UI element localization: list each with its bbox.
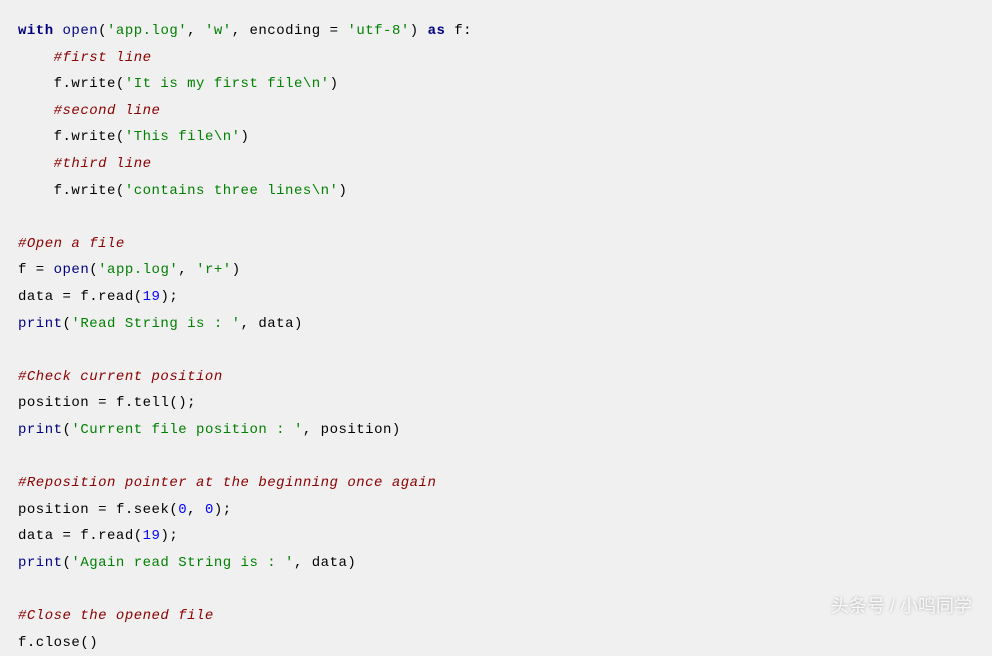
code-line-7: f.write('contains three lines\n') [18, 178, 974, 205]
string-line2: 'This file\n' [125, 129, 241, 145]
code-line-5: f.write('This file\n') [18, 124, 974, 151]
code-line-2: #first line [18, 45, 974, 72]
code-line-16: position = f.seek(0, 0); [18, 497, 974, 524]
comment-check: #Check current position [18, 369, 223, 385]
code-line-10: data = f.read(19); [18, 284, 974, 311]
code-line-14: print('Current file position : ', positi… [18, 417, 974, 444]
param-encoding: encoding [250, 23, 321, 39]
comment-reposition: #Reposition pointer at the beginning onc… [18, 475, 436, 491]
ident-f: f: [454, 23, 472, 39]
ident-f: f [18, 262, 27, 278]
code-line-6: #third line [18, 151, 974, 178]
code-line-17: data = f.read(19); [18, 523, 974, 550]
comment-second: #second line [54, 103, 161, 119]
code-line-1: with open('app.log', 'w', encoding = 'ut… [18, 18, 974, 45]
comment-first: #first line [54, 50, 152, 66]
string-line3: 'contains three lines\n' [125, 183, 339, 199]
blank-line [18, 204, 974, 231]
code-line-9: f = open('app.log', 'r+') [18, 257, 974, 284]
code-line-4: #second line [18, 98, 974, 125]
builtin-open: open [54, 262, 90, 278]
string-read: 'Read String is : ' [71, 316, 240, 332]
call-tell: f.tell [116, 395, 169, 411]
ident-data: data [18, 289, 54, 305]
keyword-with: with [18, 23, 54, 39]
code-line-15: #Reposition pointer at the beginning onc… [18, 470, 974, 497]
ident-data: data [258, 316, 294, 332]
ident-position: position [18, 395, 89, 411]
builtin-open: open [63, 23, 99, 39]
call-write: f.write [54, 183, 116, 199]
call-write: f.write [54, 76, 116, 92]
ident-position: position [321, 422, 392, 438]
ident-data: data [312, 555, 348, 571]
code-line-8: #Open a file [18, 231, 974, 258]
string-encoding: 'utf-8' [347, 23, 409, 39]
code-line-11: print('Read String is : ', data) [18, 311, 974, 338]
comment-close: #Close the opened file [18, 608, 214, 624]
ident-position: position [18, 502, 89, 518]
watermark-text: 头条号 / 小鸣同学 [831, 589, 972, 623]
string-line1: 'It is my first file\n' [125, 76, 330, 92]
code-line-3: f.write('It is my first file\n') [18, 71, 974, 98]
call-write: f.write [54, 129, 116, 145]
comment-open: #Open a file [18, 236, 125, 252]
string-position: 'Current file position : ' [71, 422, 302, 438]
number-0: 0 [178, 502, 187, 518]
keyword-as: as [428, 23, 446, 39]
string-mode: 'w' [205, 23, 232, 39]
blank-line [18, 337, 974, 364]
number-19: 19 [143, 528, 161, 544]
string-mode: 'r+' [196, 262, 232, 278]
blank-line [18, 444, 974, 471]
code-block: with open('app.log', 'w', encoding = 'ut… [18, 18, 974, 656]
call-seek: f.seek [116, 502, 169, 518]
code-line-12: #Check current position [18, 364, 974, 391]
number-19: 19 [143, 289, 161, 305]
call-read: f.read [80, 289, 133, 305]
ident-data: data [18, 528, 54, 544]
string-filename: 'app.log' [107, 23, 187, 39]
code-line-18: print('Again read String is : ', data) [18, 550, 974, 577]
builtin-print: print [18, 422, 63, 438]
number-0: 0 [205, 502, 214, 518]
builtin-print: print [18, 316, 63, 332]
string-filename: 'app.log' [98, 262, 178, 278]
code-line-13: position = f.tell(); [18, 390, 974, 417]
builtin-print: print [18, 555, 63, 571]
call-read: f.read [80, 528, 133, 544]
comment-third: #third line [54, 156, 152, 172]
string-again: 'Again read String is : ' [71, 555, 294, 571]
